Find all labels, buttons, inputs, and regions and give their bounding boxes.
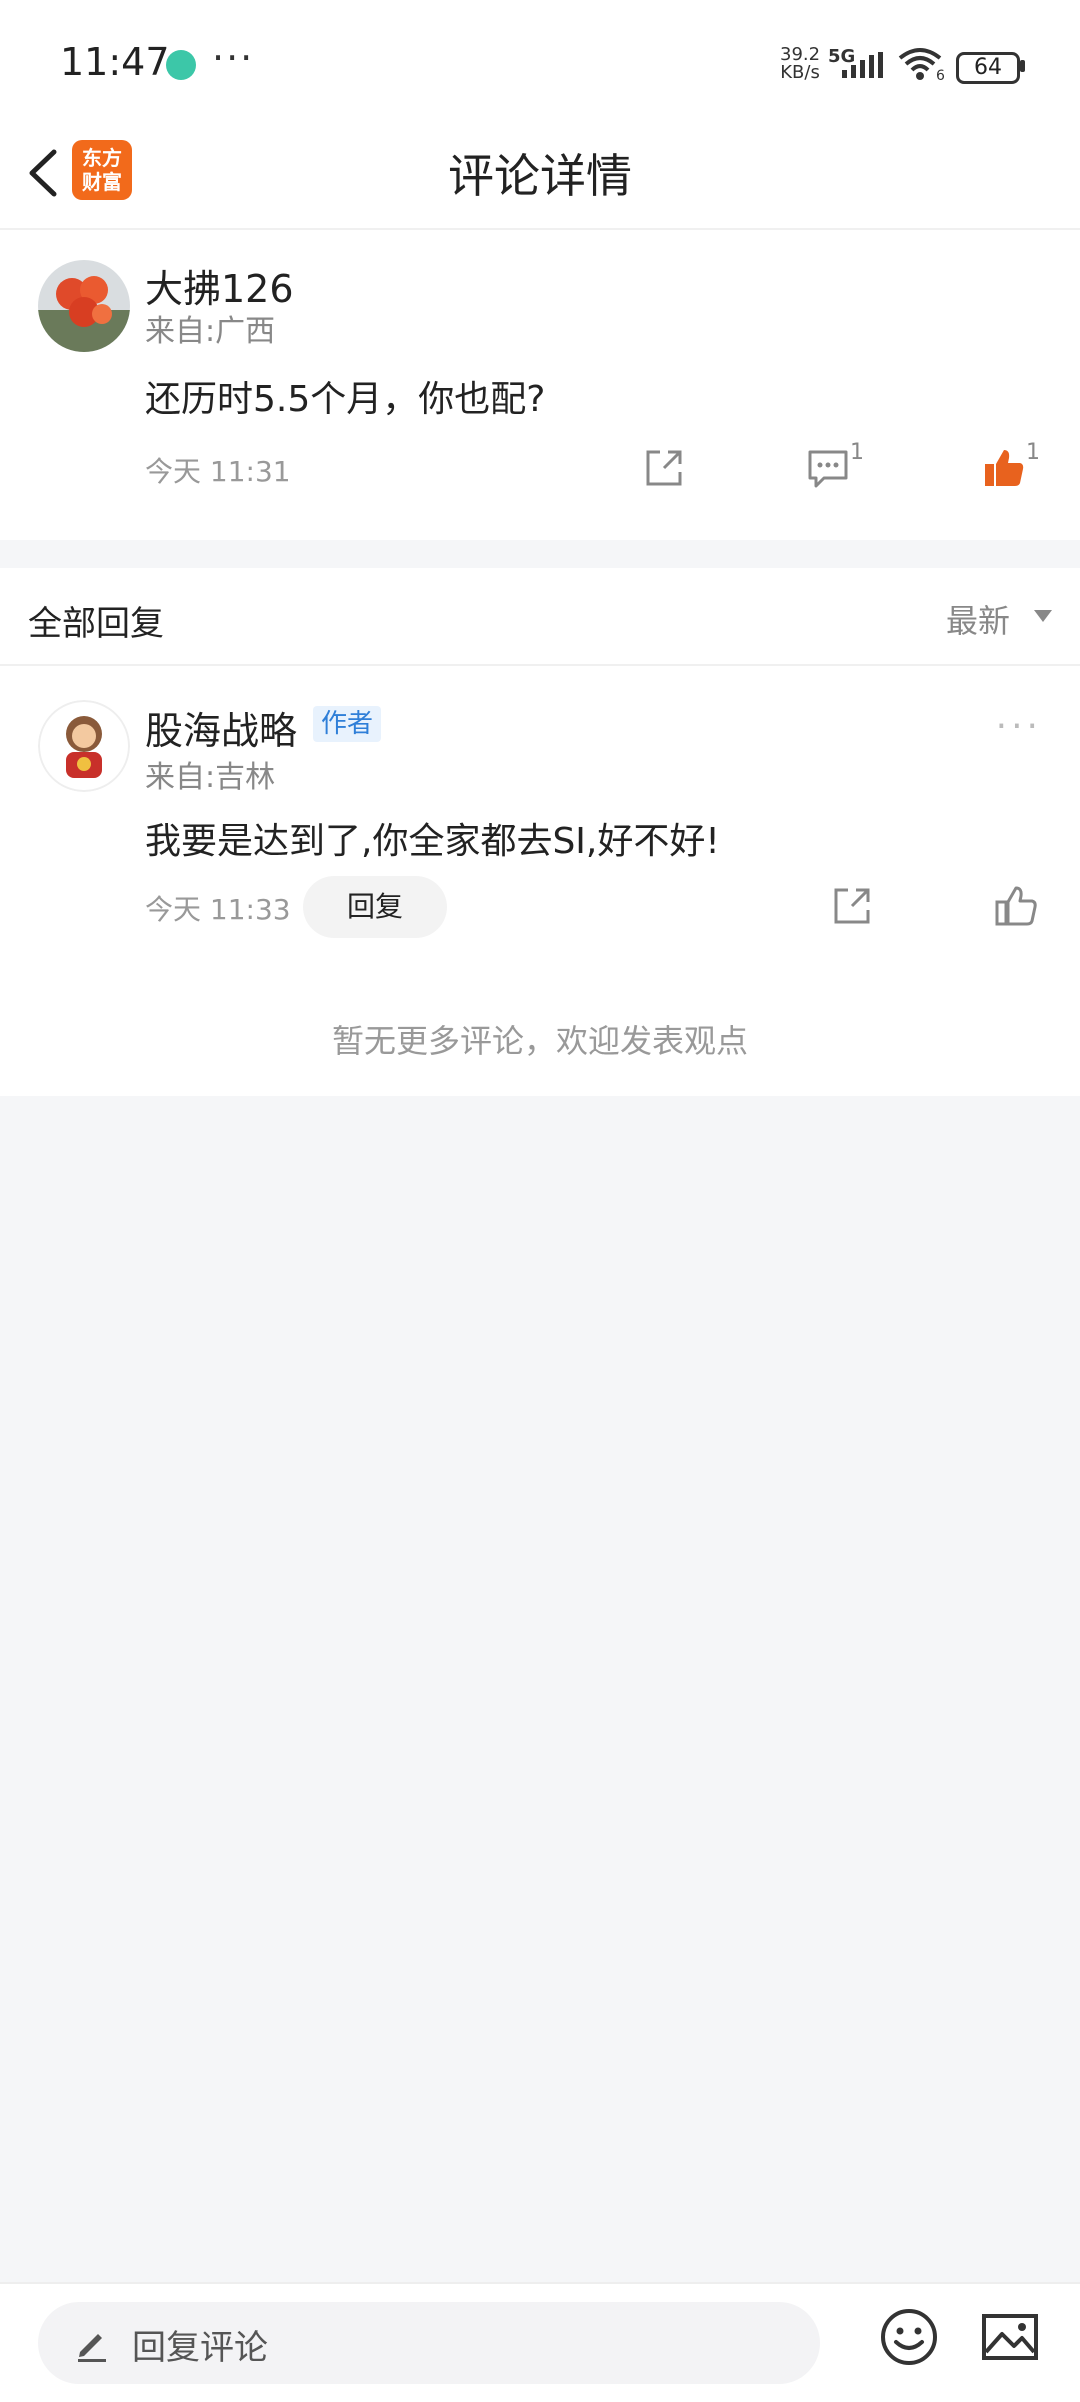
pencil-icon <box>78 2334 106 2362</box>
reply-time: 今天 11:33 <box>145 893 291 926</box>
comment-icon[interactable] <box>806 448 850 490</box>
battery-tip <box>1020 60 1025 72</box>
author-badge: 作者 <box>313 706 382 742</box>
battery-indicator: 64 <box>956 52 1020 84</box>
caret-down-icon[interactable] <box>1034 610 1052 622</box>
more-dots-icon[interactable]: ··· <box>996 706 1042 747</box>
main-comment: 大拂126 来自:广西 还历时5.5个月，你也配? 今天 11:31 1 1 <box>0 230 1080 540</box>
comment-count: 1 <box>850 440 864 465</box>
network-speed-unit: KB/s <box>780 62 820 83</box>
bottom-bar: 回复评论 <box>0 2282 1080 2402</box>
app-notification-icon <box>166 50 196 80</box>
header: 东方 财富 评论详情 <box>0 120 1080 230</box>
signal-icon <box>842 52 883 78</box>
comment-time: 今天 11:31 <box>145 455 291 488</box>
reply-input-placeholder: 回复评论 <box>132 2328 268 2368</box>
reply-input[interactable]: 回复评论 <box>38 2302 820 2384</box>
reply-text: 我要是达到了,你全家都去SI,好不好! <box>145 821 720 862</box>
avatar[interactable] <box>38 700 130 792</box>
thumb-up-icon[interactable] <box>982 446 1026 490</box>
status-time: 11:47 <box>60 40 170 84</box>
reply-button[interactable]: 回复 <box>303 876 447 938</box>
status-more-icon: ··· <box>212 36 255 80</box>
share-icon[interactable] <box>642 446 686 490</box>
share-icon[interactable] <box>830 884 874 928</box>
wifi-badge: 6 <box>936 68 945 82</box>
username[interactable]: 大拂126 <box>145 258 294 313</box>
emoji-icon[interactable] <box>878 2306 940 2368</box>
user-location: 来自:广西 <box>145 314 276 349</box>
thumb-up-icon[interactable] <box>994 884 1038 928</box>
reply-item: 股海战略 作者 ··· 来自:吉林 我要是达到了,你全家都去SI,好不好! 今天… <box>0 666 1080 1096</box>
sort-dropdown[interactable]: 最新 <box>946 596 1010 642</box>
network-speed: 39.2 KB/s <box>780 46 820 82</box>
wifi-icon: 6 <box>898 48 945 82</box>
avatar[interactable] <box>38 260 130 352</box>
page-title: 评论详情 <box>448 149 632 203</box>
user-location: 来自:吉林 <box>145 760 276 795</box>
like-count: 1 <box>1026 440 1040 465</box>
replies-title: 全部回复 <box>28 604 164 644</box>
image-icon[interactable] <box>980 2310 1040 2364</box>
status-bar: 11:47 ··· 39.2 KB/s 5G 6 64 <box>0 0 1080 120</box>
no-more-comments: 暂无更多评论，欢迎发表观点 <box>331 1022 748 1060</box>
replies-header: 全部回复 最新 <box>0 568 1080 666</box>
username[interactable]: 股海战略 <box>145 700 297 755</box>
comment-text: 还历时5.5个月，你也配? <box>145 379 546 420</box>
